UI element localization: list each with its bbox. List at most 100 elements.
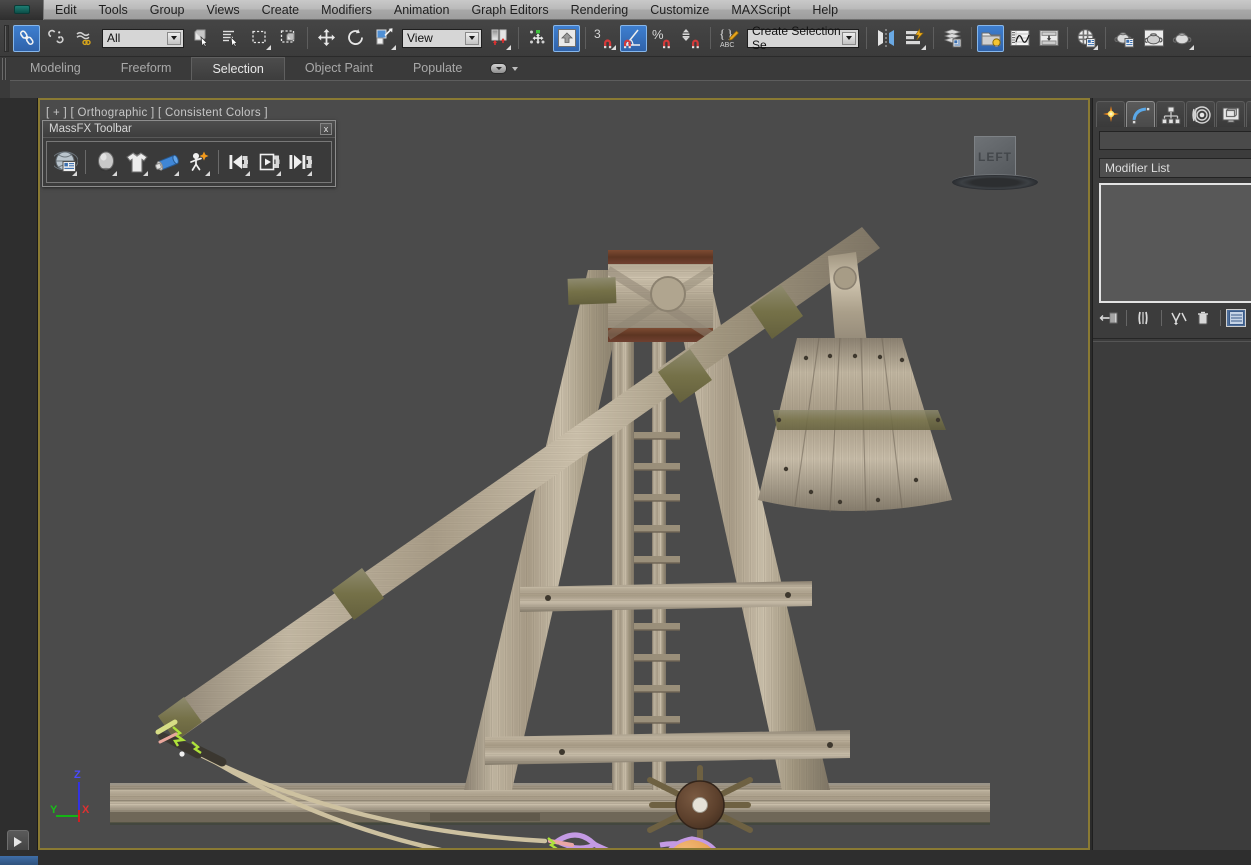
- reset-simulation-button[interactable]: [224, 145, 253, 179]
- curve-editor-button[interactable]: [1006, 25, 1033, 52]
- chevron-down-icon[interactable]: [842, 32, 856, 45]
- ribbon-tab-modeling[interactable]: Modeling: [10, 57, 101, 80]
- object-name-field[interactable]: [1099, 131, 1251, 150]
- left-side-panel: [0, 98, 38, 865]
- set-mcloth-button[interactable]: [122, 145, 151, 179]
- motion-tab[interactable]: [1186, 101, 1215, 127]
- snaps-toggle-button[interactable]: 3: [591, 25, 618, 52]
- viewport[interactable]: [ + ] [ Orthographic ] [ Consistent Colo…: [38, 98, 1090, 850]
- start-simulation-button[interactable]: [255, 145, 284, 179]
- hierarchy-tab[interactable]: [1156, 101, 1185, 127]
- rectangular-selection-region-button[interactable]: [246, 25, 273, 52]
- spinner-snap-toggle-button[interactable]: [678, 25, 705, 52]
- chevron-down-icon[interactable]: [167, 32, 181, 45]
- schematic-view-button[interactable]: [1035, 25, 1062, 52]
- select-cursor-cube-icon: [192, 28, 212, 48]
- create-constraint-button[interactable]: [153, 145, 182, 179]
- menu-item-modifiers[interactable]: Modifiers: [310, 0, 383, 20]
- select-and-scale-button[interactable]: [371, 25, 398, 52]
- remove-modifier-button[interactable]: [1191, 307, 1215, 329]
- menu-item-graph-editors[interactable]: Graph Editors: [460, 0, 559, 20]
- selection-filter-combo[interactable]: All: [102, 29, 184, 48]
- menu-item-help[interactable]: Help: [801, 0, 849, 20]
- massfx-toolbar-buttons: [46, 141, 332, 183]
- configure-modifier-sets-button[interactable]: [1226, 309, 1246, 327]
- ribbon-grip[interactable]: [2, 58, 7, 80]
- named-sets-pencil-icon: { } ABC: [719, 27, 741, 49]
- application-menu-button[interactable]: [0, 0, 44, 20]
- menu-item-maxscript[interactable]: MAXScript: [720, 0, 801, 20]
- ribbon-tab-object-paint[interactable]: Object Paint: [285, 57, 393, 80]
- show-end-result-button[interactable]: [1132, 307, 1156, 329]
- menu-item-edit[interactable]: Edit: [44, 0, 88, 20]
- use-center-flyout-button[interactable]: [486, 25, 513, 52]
- menu-item-views[interactable]: Views: [195, 0, 250, 20]
- render-setup-button[interactable]: [1111, 25, 1138, 52]
- ribbon-tab-freeform[interactable]: Freeform: [101, 57, 192, 80]
- bind-to-space-warp-button[interactable]: [71, 25, 98, 52]
- modify-tab[interactable]: [1126, 101, 1155, 127]
- view-cube[interactable]: LEFT: [952, 134, 1038, 190]
- rope-sleeves: [162, 736, 222, 762]
- toolbar-grip[interactable]: [4, 25, 9, 52]
- select-and-move-button[interactable]: [313, 25, 340, 52]
- select-and-link-button[interactable]: [13, 25, 40, 52]
- render-production-button[interactable]: [1169, 25, 1196, 52]
- select-and-rotate-button[interactable]: [342, 25, 369, 52]
- configure-sets-icon: [1229, 311, 1244, 325]
- menu-item-tools[interactable]: Tools: [88, 0, 139, 20]
- edit-named-selection-sets-button[interactable]: { } ABC: [716, 25, 743, 52]
- window-crossing-toggle-button[interactable]: [275, 25, 302, 52]
- view-cube-compass-ring[interactable]: [952, 174, 1038, 190]
- pin-stack-button[interactable]: [1097, 307, 1121, 329]
- close-icon[interactable]: x: [320, 123, 332, 135]
- ribbon-bar: ModelingFreeformSelectionObject PaintPop…: [0, 57, 1251, 98]
- viewport-label: [ + ] [ Orthographic ] [ Consistent Colo…: [46, 107, 268, 119]
- select-by-name-button[interactable]: [217, 25, 244, 52]
- create-tab[interactable]: [1096, 101, 1125, 127]
- view-cube-face[interactable]: LEFT: [974, 136, 1016, 178]
- unlink-selection-button[interactable]: [42, 25, 69, 52]
- coordinate-system-combo[interactable]: View: [402, 29, 482, 48]
- ribbon-tab-selection[interactable]: Selection: [191, 57, 284, 80]
- flyout-corner-icon: [174, 171, 179, 176]
- menu-item-create[interactable]: Create: [251, 0, 311, 20]
- select-and-manipulate-button[interactable]: [524, 25, 551, 52]
- ribbon-overflow-pill-icon: [490, 63, 507, 74]
- massfx-toolbar[interactable]: MassFX Toolbar x: [42, 120, 336, 187]
- chevron-down-icon[interactable]: [465, 32, 479, 45]
- window-crossing-icon: [279, 28, 299, 48]
- ribbon-tab-populate[interactable]: Populate: [393, 57, 482, 80]
- named-selection-sets-combo[interactable]: Create Selection Se: [747, 29, 859, 48]
- layer-explorer-button[interactable]: [939, 25, 966, 52]
- rendered-frame-window-button[interactable]: [1140, 25, 1167, 52]
- modifier-stack-list[interactable]: [1099, 183, 1251, 303]
- schematic-view-icon: [1038, 28, 1060, 48]
- menu-item-animation[interactable]: Animation: [383, 0, 461, 20]
- modifier-list-dropdown[interactable]: Modifier List: [1099, 158, 1251, 178]
- massfx-tools-button[interactable]: [51, 145, 80, 179]
- keyboard-shortcut-override-button[interactable]: [553, 25, 580, 52]
- massfx-toolbar-titlebar[interactable]: MassFX Toolbar x: [43, 121, 335, 138]
- set-rigid-body-button[interactable]: [91, 145, 120, 179]
- ribbon-overflow-dropdown[interactable]: [482, 57, 526, 80]
- step-simulation-button[interactable]: [286, 145, 315, 179]
- percent-snap-toggle-button[interactable]: %: [649, 25, 676, 52]
- svg-text:%: %: [652, 27, 664, 42]
- toolbar-separator: [1105, 27, 1106, 49]
- angle-snap-toggle-button[interactable]: [620, 25, 647, 52]
- toggle-scene-explorer-button[interactable]: [977, 25, 1004, 52]
- display-tab[interactable]: [1216, 101, 1245, 127]
- material-editor-button[interactable]: [1073, 25, 1100, 52]
- menu-item-rendering[interactable]: Rendering: [560, 0, 640, 20]
- menu-item-customize[interactable]: Customize: [639, 0, 720, 20]
- create-ragdoll-button[interactable]: [184, 145, 213, 179]
- menu-item-group[interactable]: Group: [139, 0, 196, 20]
- utilities-tab[interactable]: [1246, 101, 1251, 127]
- select-object-button[interactable]: [188, 25, 215, 52]
- make-unique-button[interactable]: [1167, 307, 1191, 329]
- mirror-button[interactable]: [872, 25, 899, 52]
- layers-stack-icon: [942, 28, 964, 48]
- align-button[interactable]: [901, 25, 928, 52]
- toolbar-separator: [866, 27, 867, 49]
